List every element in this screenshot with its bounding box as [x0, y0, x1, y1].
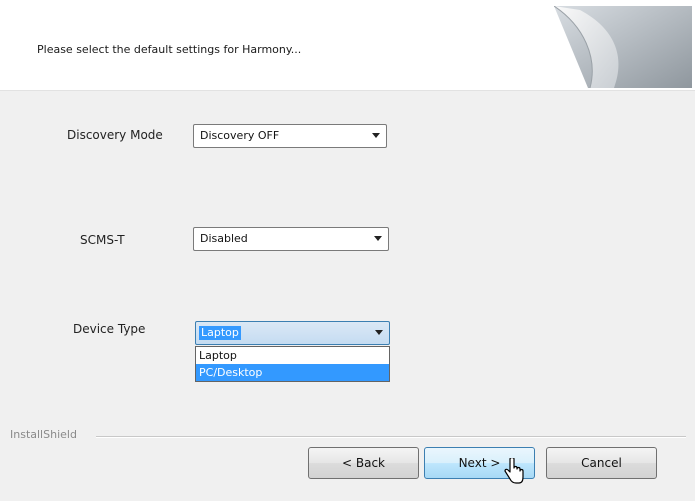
dropdown-option-pc-desktop[interactable]: PC/Desktop — [196, 364, 389, 381]
dropdown-option-laptop[interactable]: Laptop — [196, 347, 389, 364]
device-type-dropdown-list: Laptop PC/Desktop — [195, 346, 390, 382]
header-banner: Please select the default settings for H… — [0, 0, 695, 91]
scms-t-select[interactable]: Disabled — [193, 227, 389, 251]
installer-window: Please select the default settings for H… — [0, 0, 695, 501]
cancel-button[interactable]: Cancel — [546, 447, 657, 479]
discovery-mode-select[interactable]: Discovery OFF — [193, 124, 387, 148]
chevron-down-icon[interactable] — [375, 330, 383, 335]
installshield-brand: InstallShield — [10, 428, 77, 441]
discovery-mode-value: Discovery OFF — [200, 129, 280, 142]
page-curl-icon — [554, 6, 692, 88]
device-type-label: Device Type — [73, 322, 146, 336]
discovery-mode-label: Discovery Mode — [67, 128, 163, 142]
scms-t-value: Disabled — [200, 232, 248, 245]
footer-divider — [96, 436, 686, 438]
mouse-pointer-icon — [504, 458, 524, 484]
back-button[interactable]: < Back — [308, 447, 419, 479]
device-type-select[interactable]: Laptop — [195, 321, 390, 345]
header-instruction: Please select the default settings for H… — [37, 43, 302, 56]
device-type-value: Laptop — [199, 326, 241, 340]
chevron-down-icon[interactable] — [372, 133, 380, 138]
chevron-down-icon[interactable] — [374, 236, 382, 241]
scms-t-label: SCMS-T — [80, 233, 125, 247]
